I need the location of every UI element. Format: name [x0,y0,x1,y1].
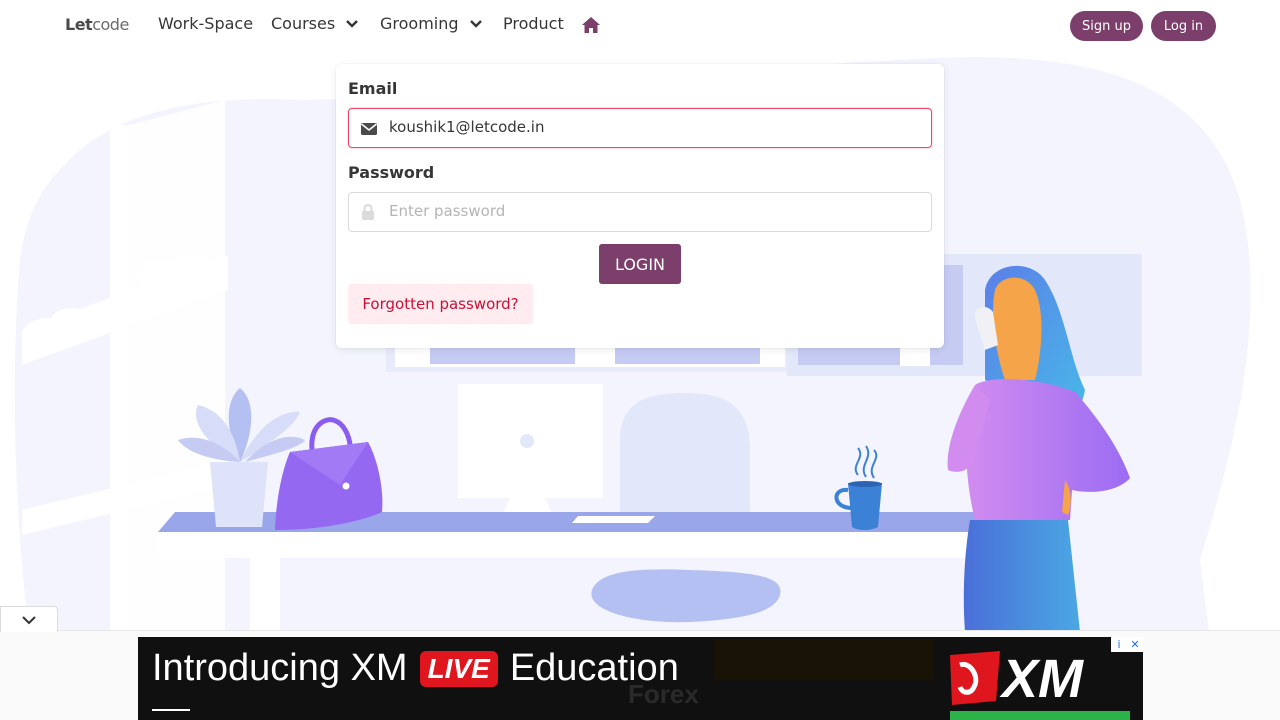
nav-grooming-dropdown[interactable]: Grooming [380,14,483,33]
nav-work-space[interactable]: Work-Space [158,14,253,33]
top-navbar: Letcode Work-Space Courses Grooming Prod… [0,0,1280,52]
chevron-down-icon [21,610,37,629]
ad-close-icon[interactable]: ✕ [1127,637,1143,652]
ad-headline-part2: Education [509,647,679,689]
email-label: Email [348,79,398,98]
home-icon[interactable] [581,16,601,38]
page: Letcode Work-Space Courses Grooming Prod… [0,0,1280,720]
logo-code-text: code [92,15,129,34]
ad-cta-strip[interactable] [950,711,1130,720]
ad-headline: Introducing XM LIVE Education [152,647,679,690]
ad-divider [152,709,190,711]
logo-let-text: Let [65,15,93,34]
nav-work-space-label: Work-Space [158,14,254,33]
forgotten-password-button[interactable]: Forgotten password? [348,284,533,324]
login-nav-button[interactable]: Log in [1151,11,1216,41]
ad-background-panel [714,639,934,679]
ad-choices: i ✕ [1111,637,1143,652]
ad-live-badge: LIVE [419,650,498,687]
lock-icon [361,203,375,224]
chevron-down-icon [469,19,483,29]
password-input[interactable] [389,202,919,220]
login-button[interactable]: LOGIN [599,244,681,284]
envelope-icon [361,121,377,140]
nav-grooming-label: Grooming [380,14,459,33]
email-field-wrapper [348,108,932,148]
letcode-logo[interactable]: Letcode [65,15,129,34]
nav-courses-dropdown[interactable]: Courses [271,14,359,33]
signup-button[interactable]: Sign up [1070,11,1143,41]
xm-advertisement[interactable]: Forex Introducing XM LIVE Education XM i… [138,637,1143,720]
nav-product[interactable]: Product [503,14,564,33]
nav-product-label: Product [503,14,564,33]
nav-courses-label: Courses [271,14,336,33]
ad-brand-text: XM [999,649,1084,707]
email-input[interactable] [389,118,919,136]
chevron-down-icon [345,19,359,29]
password-field-wrapper [348,192,932,232]
login-card: Email Password LOGIN Forgotten password? [336,64,944,348]
ad-info-icon[interactable]: i [1111,637,1127,652]
ad-headline-part1: Introducing XM [152,647,408,689]
xm-brand-logo: XM [950,649,1084,707]
ad-collapse-button[interactable] [0,606,58,632]
password-label: Password [348,163,435,182]
